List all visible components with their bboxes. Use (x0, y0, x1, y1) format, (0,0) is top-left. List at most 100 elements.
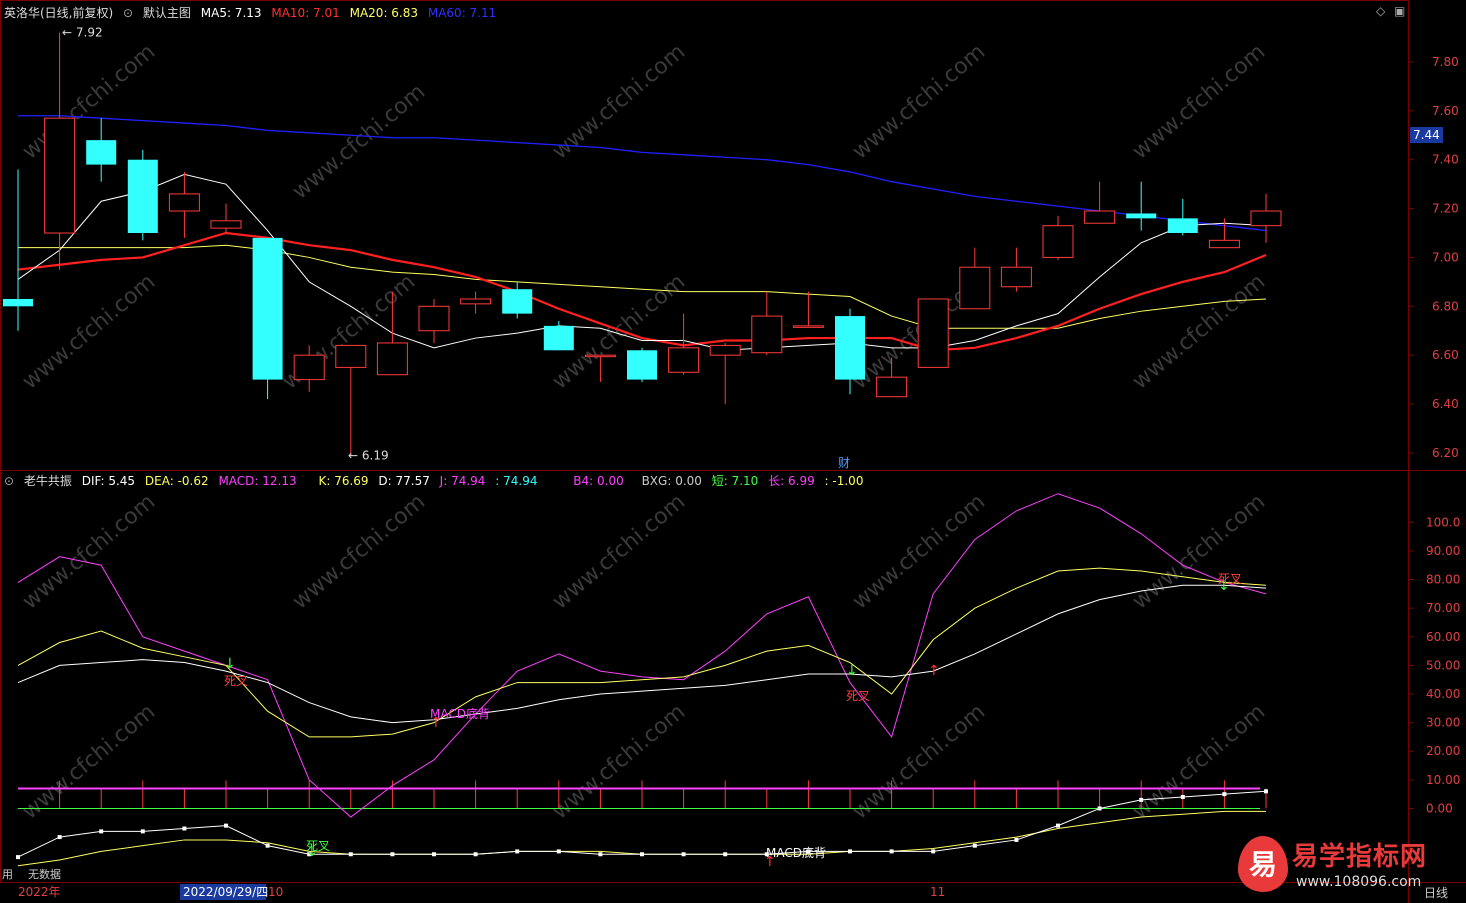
j-value: J: 74.94 (439, 474, 486, 488)
candle-body-up (418, 305, 450, 332)
candle-body-down (543, 325, 574, 351)
candle-body-up (293, 354, 325, 381)
buy-arrow-icon: ↑ (928, 663, 940, 679)
sub-axis-label: 0.00 (1426, 801, 1453, 815)
high-price-label: ← 7.92 (62, 26, 103, 40)
white-line-marker (265, 843, 270, 848)
sub-axis-label: 70.00 (1426, 601, 1460, 615)
candle-body-up (1042, 225, 1074, 258)
candle-body-down (3, 298, 33, 307)
watermark: www.cfchi.com (1128, 489, 1270, 614)
watermark: www.cfchi.com (848, 489, 990, 614)
template-dropdown-icon[interactable]: ⊙ (123, 6, 133, 20)
main-axis-label: 7.60 (1432, 104, 1459, 118)
main-axis-label: 6.20 (1432, 446, 1459, 460)
candle-body-up (376, 342, 408, 376)
sub-axis-label: 60.00 (1426, 630, 1460, 644)
dea-value: DEA: -0.62 (144, 474, 209, 488)
time-label-year: 2022年 (18, 885, 61, 899)
candle-body-up (709, 344, 741, 356)
candle-body-down (1126, 213, 1157, 219)
white-line-marker (681, 852, 686, 857)
d-line (17, 567, 1267, 738)
ma60-value: MA60: 7.11 (427, 6, 497, 20)
sell-arrow-icon: ↓ (846, 663, 858, 679)
main-axis-label: 7.20 (1432, 202, 1459, 216)
watermark: www.cfchi.com (1128, 39, 1270, 164)
white-line-marker (1264, 789, 1268, 794)
candle-body-up (1084, 210, 1116, 224)
indicator-dropdown-icon[interactable]: ⊙ (4, 474, 14, 488)
candle-body-down (627, 350, 657, 380)
long-value: 长: 6.99 (768, 474, 815, 488)
main-axis-label: 7.00 (1432, 250, 1459, 264)
sub-axis-label: 30.00 (1426, 716, 1460, 730)
white-line-marker (390, 852, 395, 857)
main-axis-label: 7.80 (1432, 55, 1459, 69)
candle-body-down (252, 237, 283, 380)
cursor-date: 2022/09/29/四 (183, 885, 268, 899)
white-line-marker (972, 843, 977, 848)
sub-axis-label: 80.00 (1426, 573, 1460, 587)
candle-body-up (1000, 266, 1032, 288)
indicator-header: ⊙ 老牛共振 DIF: 5.45 DEA: -0.62 MACD: 12.13 … (4, 472, 869, 489)
candle-body-down (835, 316, 865, 380)
time-label-oct: 10 (268, 885, 283, 899)
white-line-marker (1097, 806, 1102, 811)
white-line-marker (640, 852, 644, 857)
white-line-marker (931, 849, 936, 854)
ma10-line (17, 231, 1267, 352)
sell-arrow-icon: ↓ (1218, 578, 1230, 594)
stock-name[interactable]: 英洛华(日线,前复权) (4, 6, 113, 20)
watermark: www.cfchi.com (18, 489, 160, 614)
logo-name: 易学指标网 (1292, 842, 1428, 872)
sub-axis-label: 90.00 (1426, 544, 1460, 558)
white-line-marker (515, 849, 520, 854)
candle-body-up (168, 193, 200, 212)
white-line-marker (1014, 837, 1019, 842)
ma60-line (18, 115, 1267, 232)
status-text: 用 (2, 868, 13, 881)
white-line-marker (1180, 795, 1185, 800)
candle-body-down (502, 289, 533, 314)
sub-axis-label: 20.00 (1426, 744, 1460, 758)
expand-icon[interactable]: ◇ (1376, 4, 1385, 18)
k-value: K: 76.69 (318, 474, 369, 488)
sub-axis-label: 40.00 (1426, 687, 1460, 701)
candle-body-up (917, 298, 949, 368)
low-price-label: ← 6.19 (348, 448, 389, 462)
candle-body-up (876, 376, 908, 398)
white-line-marker (1222, 792, 1227, 797)
watermark: www.cfchi.com (1128, 269, 1270, 394)
watermark: www.cfchi.com (848, 699, 990, 824)
candle-body-up (335, 344, 367, 368)
stock-chart-canvas[interactable]: www.cfchi.com www.cfchi.com www.cfchi.com w… (0, 0, 1466, 903)
white-line-marker (473, 852, 478, 857)
white-line-marker (1139, 797, 1144, 802)
sub-axis-label: 50.00 (1426, 658, 1460, 672)
bxg-value: BXG: 0.00 (641, 474, 702, 488)
white-line-marker (848, 849, 852, 854)
template-name[interactable]: 默认主图 (143, 6, 191, 20)
site-logo: 易 易学指标网 www.108096.com (1230, 830, 1466, 903)
time-label-nov: 11 (930, 885, 945, 899)
watermark: www.cfchi.com (548, 699, 690, 824)
candle-body-up (1250, 210, 1282, 227)
signal-label: 死叉 (224, 674, 248, 688)
sell-arrow-icon: ↓ (224, 656, 236, 672)
indicator-name[interactable]: 老牛共振 (24, 474, 72, 488)
white-line-marker (348, 852, 353, 857)
macd-value: MACD: 12.13 (218, 474, 297, 488)
main-axis-label: 7.40 (1432, 153, 1459, 167)
dif-value: DIF: 5.45 (81, 474, 136, 488)
current-price-tag: 7.44 (1410, 127, 1443, 143)
sub-axis-label: 10.00 (1426, 773, 1460, 787)
candle-body-down (1167, 218, 1198, 234)
candle-body-up (210, 220, 242, 229)
watermark: www.cfchi.com (288, 79, 430, 204)
white-line-marker (182, 826, 187, 831)
window-toggle-icon[interactable]: ▣ (1394, 4, 1405, 18)
ma20-value: MA20: 6.83 (349, 6, 419, 20)
white-line-marker (99, 829, 104, 834)
watermark: www.cfchi.com (18, 269, 160, 394)
